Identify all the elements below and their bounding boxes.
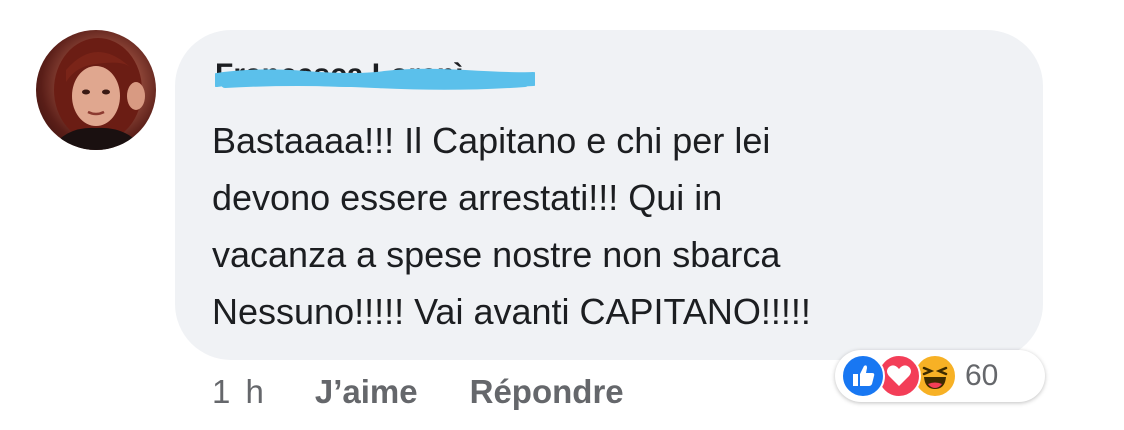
reactions-summary[interactable]: 60 (835, 350, 1045, 402)
like-button[interactable]: J’aime (315, 373, 418, 411)
comment-text: Bastaaaa!!! Il Capitano e chi per lei de… (212, 120, 811, 332)
reaction-count: 60 (965, 359, 999, 392)
reply-button[interactable]: Répondre (470, 373, 624, 411)
like-icon (841, 354, 885, 398)
redaction-scribble (215, 68, 535, 90)
avatar-photo (50, 38, 145, 150)
avatar[interactable] (36, 30, 156, 150)
comment: Francesca Lorenì Bastaaaa!!! Il Capitano… (0, 0, 1124, 430)
timestamp[interactable]: 1 h (212, 373, 267, 411)
author-name[interactable]: Francesca Lorenì (215, 56, 535, 90)
comment-actions: 1 h J’aime Répondre (212, 370, 624, 414)
